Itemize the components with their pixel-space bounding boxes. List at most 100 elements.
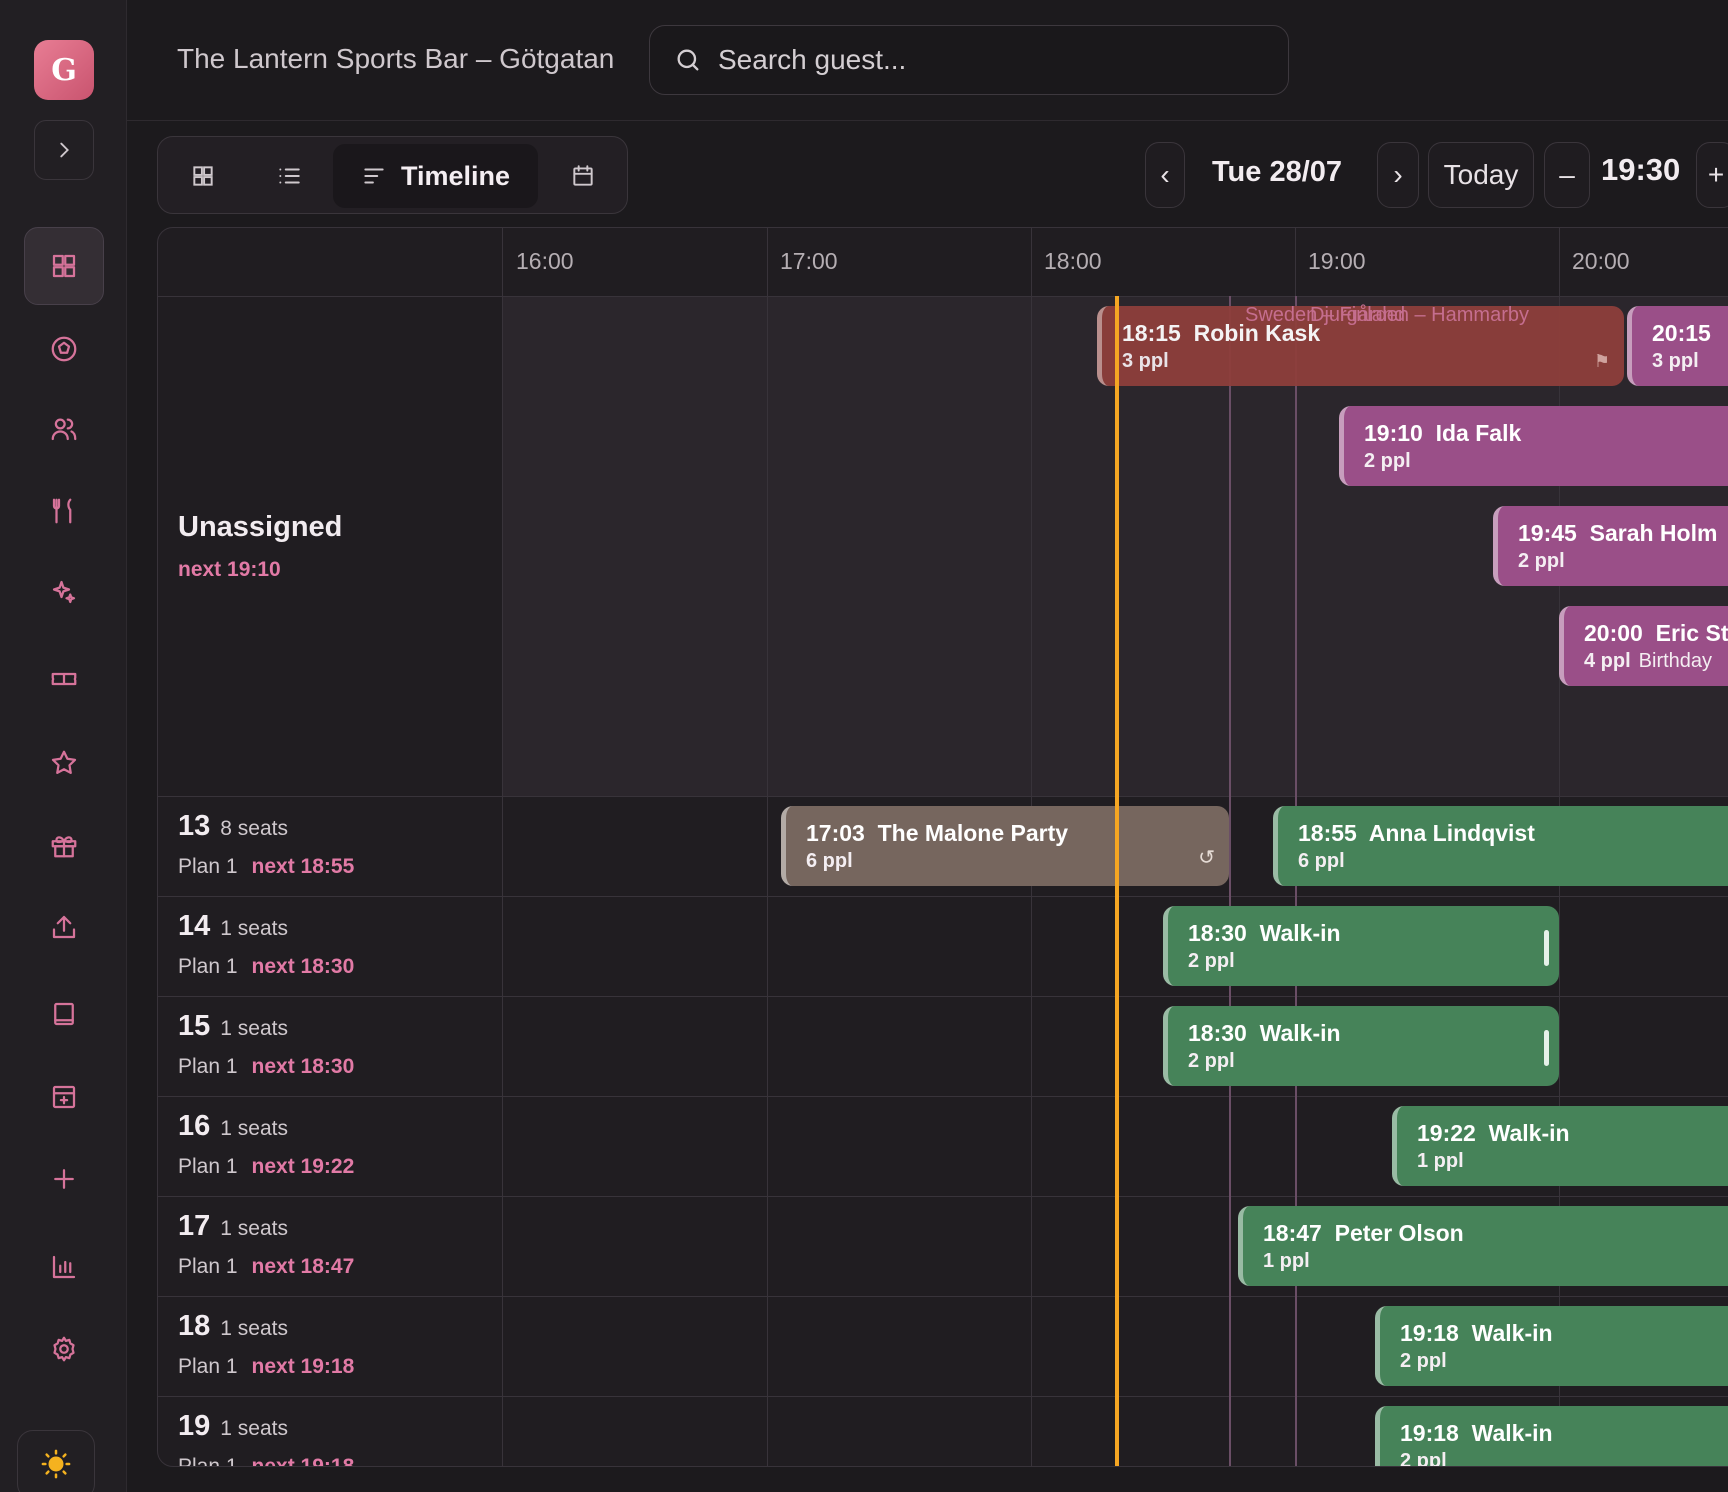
table-row-head[interactable]: 19 1 seats Plan 1 next 19:18 (178, 1410, 354, 1467)
table-row-head[interactable]: 13 8 seats Plan 1 next 18:55 (178, 810, 354, 879)
nav-settings[interactable] (24, 1310, 104, 1388)
current-time: 19:30 (1601, 152, 1681, 187)
unassigned-label: Unassigned (178, 511, 343, 543)
booking-block[interactable]: 20:15 3 ppl (1627, 306, 1728, 386)
table-row-head[interactable]: 18 1 seats Plan 1 next 19:18 (178, 1310, 354, 1379)
table-next: next 19:18 (251, 1355, 355, 1378)
event-marker (1229, 296, 1231, 1466)
nav-tickets[interactable] (24, 640, 104, 718)
booking-block[interactable]: 18:30 Walk-in 2 ppl (1163, 1006, 1559, 1086)
hour-label: 18:00 (1044, 248, 1102, 274)
booking-block[interactable]: 19:45 Sarah Holm 2 ppl (1493, 506, 1728, 586)
table-row-head[interactable]: 16 1 seats Plan 1 next 19:22 (178, 1110, 354, 1179)
gear-icon (53, 1336, 75, 1362)
current-time-indicator (1115, 296, 1119, 1466)
hour-label: 16:00 (516, 248, 574, 274)
venue-title: The Lantern Sports Bar – Götgatan (177, 43, 615, 74)
table-next: next 19:22 (251, 1155, 355, 1178)
nav-sports[interactable] (24, 310, 104, 388)
timeline-label: Timeline (400, 160, 511, 191)
users-icon (51, 418, 77, 441)
today-button[interactable]: Today (1428, 142, 1534, 208)
booking-block[interactable]: 17:03 The Malone Party 6 ppl ↺ (781, 806, 1229, 886)
table-row-head[interactable]: 15 1 seats Plan 1 next 18:30 (178, 1010, 354, 1079)
theme-toggle-button[interactable] (17, 1430, 95, 1492)
table-plan: Plan 1 (178, 1455, 238, 1467)
timeline-icon (364, 168, 384, 184)
bar-chart-icon (52, 1255, 76, 1279)
booking-block[interactable]: 20:00 Eric St 4 ppl Birthday (1559, 606, 1728, 686)
unassigned-next: next 19:10 (178, 558, 281, 581)
time-minus-button[interactable]: – (1544, 142, 1590, 208)
table-seats: 1 seats (220, 1117, 288, 1140)
time-plus-button[interactable]: + (1696, 142, 1728, 208)
flag-icon: ⚑ (1593, 351, 1610, 371)
hour-label: 20:00 (1572, 248, 1630, 274)
table-seats: 1 seats (220, 1317, 288, 1340)
view-grid-button[interactable] (168, 144, 238, 208)
booking-block[interactable]: 19:18 Walk-in 2 ppl (1375, 1406, 1728, 1466)
nav-gifts[interactable] (24, 806, 104, 884)
nav-reviews[interactable] (24, 724, 104, 802)
list-icon (279, 168, 300, 184)
nav-stats[interactable] (24, 1228, 104, 1306)
nav-export[interactable] (24, 888, 104, 966)
event-tag: Djurgården – Hammarby (1310, 304, 1529, 326)
table-number: 15 (178, 1010, 211, 1042)
chevron-left-icon: ‹ (1160, 159, 1170, 190)
booking-block[interactable]: 18:55 Anna Lindqvist 6 ppl (1273, 806, 1728, 886)
table-number: 17 (178, 1210, 211, 1242)
table-next: next 18:30 (251, 955, 355, 978)
brand-initial: G (51, 52, 77, 88)
nav-guests[interactable] (24, 390, 104, 468)
table-plan: Plan 1 (178, 1255, 238, 1278)
gift-icon (51, 836, 77, 858)
star-icon (51, 750, 77, 774)
table-seats: 1 seats (220, 917, 288, 940)
view-list-button[interactable] (254, 144, 324, 208)
nav-ai[interactable] (24, 553, 104, 631)
search-input[interactable] (718, 44, 1258, 76)
expand-sidebar-button[interactable] (34, 120, 94, 180)
search-box[interactable] (649, 25, 1289, 95)
booking-block[interactable]: 18:30 Walk-in 2 ppl (1163, 906, 1559, 986)
view-calendar-button[interactable] (548, 144, 618, 208)
resize-handle[interactable] (1544, 1030, 1549, 1066)
view-timeline-button[interactable]: Timeline (333, 144, 538, 208)
return-icon: ↺ (1198, 847, 1215, 869)
prev-day-button[interactable]: ‹ (1145, 142, 1185, 208)
booking-block[interactable]: 18:47 Peter Olson 1 ppl (1238, 1206, 1728, 1286)
nav-menu[interactable] (24, 472, 104, 550)
table-number: 18 (178, 1310, 211, 1342)
nav-book[interactable] (24, 975, 104, 1053)
nav-floor-plan[interactable] (24, 227, 104, 305)
table-next: next 18:55 (251, 855, 355, 878)
minus-icon: – (1559, 159, 1575, 190)
table-row-head[interactable]: 14 1 seats Plan 1 next 18:30 (178, 910, 354, 979)
table-plan: Plan 1 (178, 855, 238, 878)
current-date: Tue 28/07 (1212, 156, 1343, 188)
table-plan: Plan 1 (178, 955, 238, 978)
table-seats: 8 seats (220, 817, 288, 840)
nav-archive[interactable] (24, 1058, 104, 1136)
football-icon (51, 336, 77, 362)
chevron-right-icon: › (1393, 159, 1403, 190)
sidebar: G (0, 0, 127, 1492)
booking-block[interactable]: 19:18 Walk-in 2 ppl (1375, 1306, 1728, 1386)
booking-block[interactable]: 19:22 Walk-in 1 ppl (1392, 1106, 1728, 1186)
table-number: 16 (178, 1110, 211, 1142)
booking-block[interactable]: 19:10 Ida Falk 2 ppl (1339, 406, 1728, 486)
chevron-right-icon (60, 142, 69, 158)
resize-handle[interactable] (1544, 930, 1549, 966)
table-next: next 18:47 (251, 1255, 355, 1278)
nav-add[interactable] (24, 1140, 104, 1218)
table-row-head[interactable]: 17 1 seats Plan 1 next 18:47 (178, 1210, 354, 1279)
table-next: next 18:30 (251, 1055, 355, 1078)
table-plan: Plan 1 (178, 1355, 238, 1378)
table-seats: 1 seats (220, 1417, 288, 1440)
brand-logo[interactable]: G (34, 40, 94, 100)
book-icon (54, 1002, 74, 1026)
next-day-button[interactable]: › (1377, 142, 1419, 208)
search-icon (677, 49, 699, 71)
upload-icon (52, 915, 76, 939)
